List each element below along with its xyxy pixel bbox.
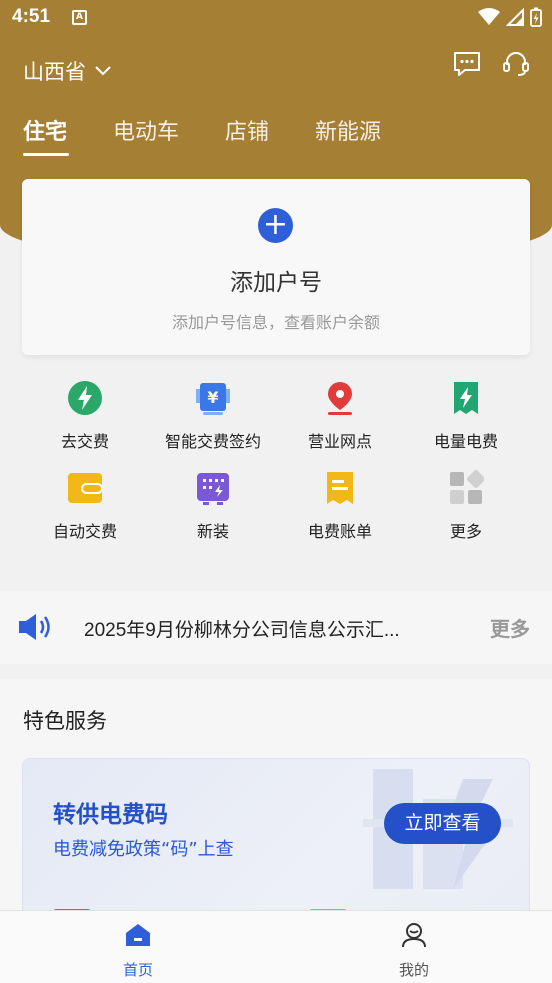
- notice-more-link[interactable]: 更多: [490, 613, 530, 642]
- nav-profile-label: 我的: [398, 961, 429, 979]
- view-now-button[interactable]: 立即查看: [384, 803, 501, 844]
- tab-active-indicator: [23, 153, 69, 156]
- service-more[interactable]: 更多: [397, 462, 535, 542]
- wallet-icon: [68, 473, 103, 503]
- region-label: 山西省: [23, 60, 86, 84]
- category-tabs: 住宅 电动车 店铺 新能源: [0, 114, 552, 164]
- signal-icon: [506, 8, 524, 26]
- service-branches[interactable]: 营业网点: [271, 372, 409, 452]
- profile-icon: [402, 923, 426, 948]
- card-subtitle: 电费减免政策“码”上查: [53, 839, 234, 860]
- tab-new-energy[interactable]: 新能源: [315, 114, 381, 146]
- system-icons: [478, 7, 542, 27]
- speaker-icon: [19, 614, 50, 640]
- bottom-navigation: 首页 我的: [0, 910, 552, 983]
- notice-bar[interactable]: 2025年9月份柳林分公司信息公示汇... 更多: [0, 591, 552, 664]
- more-grid-icon: [450, 469, 486, 504]
- service-new-install[interactable]: 新装: [144, 462, 282, 542]
- meter-icon: [197, 473, 229, 505]
- nav-home-label: 首页: [122, 961, 153, 979]
- add-account-subtitle: 添加户号信息，查看账户余额: [171, 313, 380, 332]
- feature-section-title: 特色服务: [23, 709, 107, 733]
- card-title: 转供电费码: [53, 802, 168, 828]
- service-grid: 去交费 ¥ 智能交费签约 营业网点 电量电费 自动交费 新装 电费账单 更多: [0, 372, 552, 572]
- service-label: 新装: [196, 522, 229, 541]
- notice-text[interactable]: 2025年9月份柳林分公司信息公示汇...: [84, 615, 400, 642]
- nav-profile[interactable]: 我的: [374, 921, 454, 980]
- service-label: 电量电费: [433, 432, 498, 451]
- service-label: 营业网点: [307, 432, 372, 451]
- region-selector[interactable]: 山西省: [23, 56, 112, 86]
- status-bar: 4:51 A: [0, 0, 552, 36]
- service-label: 自动交费: [52, 522, 117, 541]
- service-bill[interactable]: 电费账单: [271, 462, 409, 542]
- tab-residential[interactable]: 住宅: [23, 114, 67, 146]
- add-account-card[interactable]: + 添加户号 添加户号信息，查看账户余额: [22, 179, 530, 355]
- bill-doc-icon: [327, 472, 353, 504]
- wifi-icon: [478, 8, 500, 25]
- battery-icon: [530, 7, 542, 27]
- service-auto-pay[interactable]: 自动交费: [16, 462, 154, 542]
- tab-shop[interactable]: 店铺: [225, 114, 269, 146]
- electric-bill-icon: [454, 382, 478, 414]
- add-account-title: 添加户号: [230, 270, 322, 296]
- home-icon: [126, 924, 150, 946]
- customer-service-icon[interactable]: [501, 49, 531, 79]
- nav-home[interactable]: 首页: [98, 921, 178, 980]
- service-label: 去交费: [60, 432, 109, 451]
- notification-a-icon: A: [72, 10, 87, 25]
- status-time: 4:51: [12, 6, 51, 27]
- chevron-down-icon: [95, 66, 111, 76]
- pay-bolt-icon: [68, 381, 102, 415]
- service-label: 智能交费签约: [164, 432, 261, 451]
- message-icon[interactable]: [452, 49, 482, 79]
- tab-electric-vehicle[interactable]: 电动车: [113, 114, 179, 146]
- service-label: 电费账单: [307, 522, 372, 541]
- service-smart-pay[interactable]: ¥ 智能交费签约: [144, 372, 282, 452]
- service-usage-bill[interactable]: 电量电费: [397, 372, 535, 452]
- service-pay[interactable]: 去交费: [16, 372, 154, 452]
- smart-pay-icon: ¥: [196, 383, 230, 415]
- location-pin-icon: [328, 382, 352, 415]
- add-plus-icon[interactable]: +: [258, 208, 293, 243]
- service-label: 更多: [449, 522, 482, 541]
- svg-text:¥: ¥: [207, 388, 218, 407]
